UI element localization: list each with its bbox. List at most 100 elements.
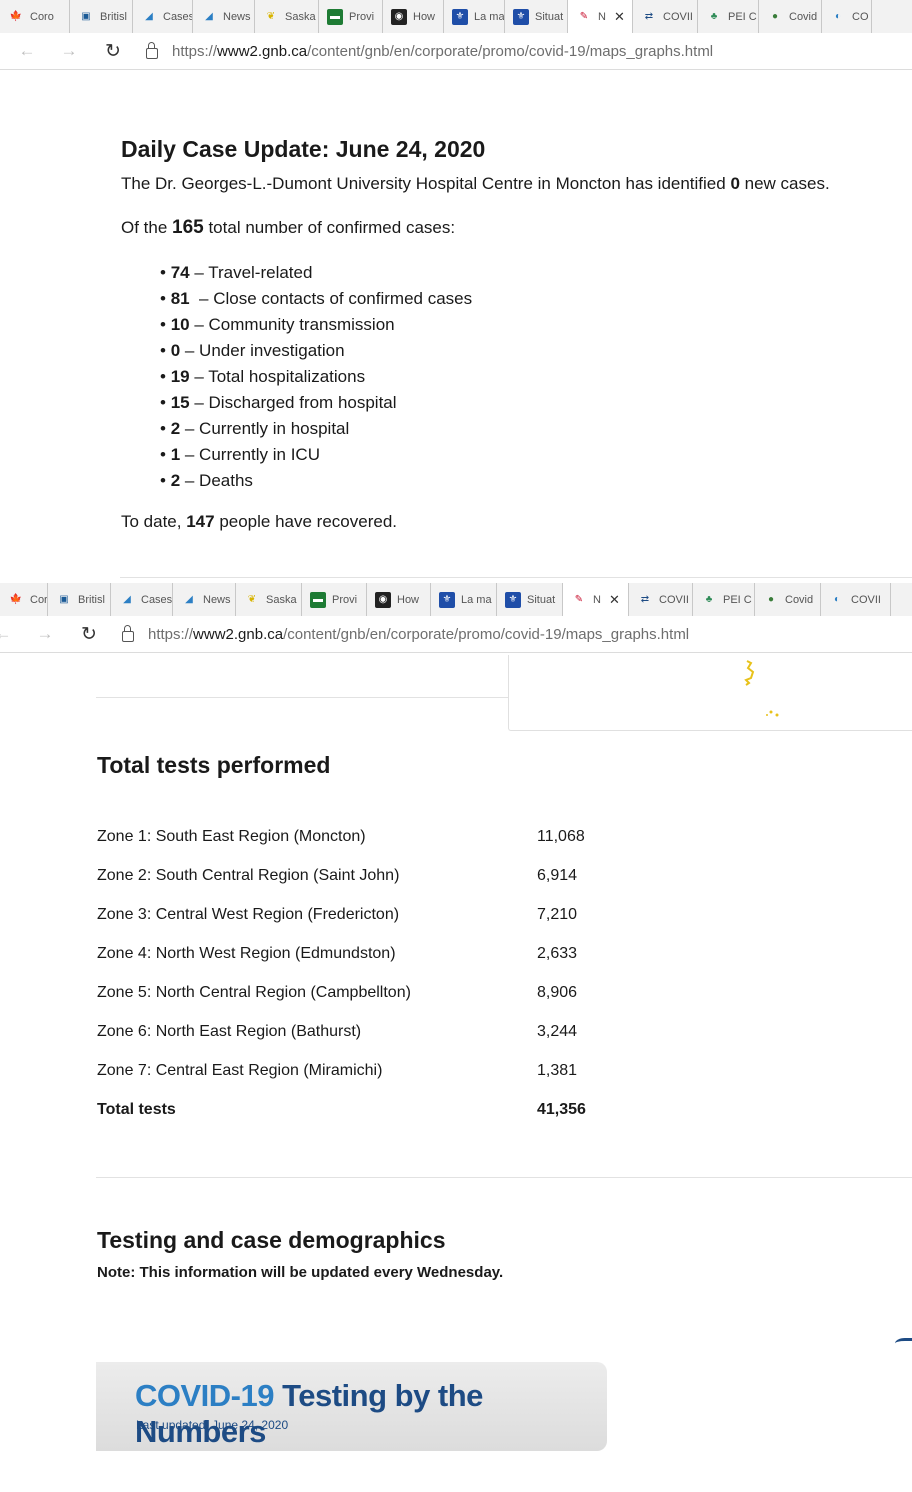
- tests-title: Total tests performed: [97, 752, 331, 778]
- browser-tab[interactable]: ◢ News: [193, 0, 255, 33]
- browser-tab[interactable]: ▣ Britisl: [70, 0, 133, 33]
- browser-tab[interactable]: ◢ News: [173, 583, 236, 616]
- sask-icon: ❦: [266, 11, 276, 22]
- tests-total-row: Total tests 41,356: [97, 1101, 697, 1123]
- decorative-swoosh: [895, 1338, 912, 1349]
- divider: [120, 577, 912, 578]
- lock-icon: [122, 624, 134, 642]
- reload-icon[interactable]: ↻: [102, 40, 124, 62]
- zone-name: Zone 5: North Central Region (Campbellto…: [97, 984, 411, 1001]
- case-category: – Currently in ICU: [180, 445, 320, 464]
- divider: [96, 697, 508, 698]
- browser-tab[interactable]: ▣ Britisl: [48, 583, 111, 616]
- globe-icon: ●: [767, 594, 775, 605]
- demographics-title: Testing and case demographics: [97, 1227, 446, 1253]
- bc-gov-icon: ▣: [59, 594, 69, 605]
- newfoundland-icon: ⇄: [644, 11, 654, 22]
- browser-tab[interactable]: ● Covid: [755, 583, 821, 616]
- url-field[interactable]: https://www2.gnb.ca/content/gnb/en/corpo…: [122, 620, 912, 648]
- zone-name: Zone 1: South East Region (Moncton): [97, 828, 366, 845]
- tab-label: N: [598, 10, 606, 23]
- map-panel: [508, 655, 912, 731]
- tab-label: Britisl: [100, 10, 127, 23]
- sask-icon: ❦: [247, 594, 257, 605]
- case-count: 19: [170, 367, 190, 386]
- testing-numbers-banner: COVID-19 Testing by the Numbers Last upd…: [96, 1362, 607, 1451]
- browser-tab[interactable]: ▬ Provi: [302, 583, 367, 616]
- case-count: 15: [170, 393, 190, 412]
- browser-tab[interactable]: ⚜ La ma: [444, 0, 505, 33]
- browser-tab[interactable]: ⚜ La ma: [431, 583, 497, 616]
- browser-tab[interactable]: ● Covid: [759, 0, 822, 33]
- case-category: – Community transmission: [189, 315, 395, 334]
- back-icon[interactable]: ←: [0, 623, 14, 645]
- case-category: – Close contacts of confirmed cases: [189, 289, 473, 308]
- forward-icon[interactable]: →: [58, 40, 80, 62]
- tests-row: Zone 3: Central West Region (Fredericton…: [97, 906, 697, 928]
- recovered-text: To date, 147 people have recovered.: [121, 512, 397, 531]
- browser-tab[interactable]: ◐ COVII: [821, 583, 891, 616]
- tab-label: How: [413, 10, 436, 23]
- tab-label: COVII: [663, 10, 693, 23]
- browser-tab[interactable]: ⚜ Situat: [505, 0, 568, 33]
- tab-label: Coro: [30, 10, 54, 23]
- url-field[interactable]: https://www2.gnb.ca/content/gnb/en/corpo…: [146, 37, 912, 65]
- bc-gov-icon: ▣: [81, 11, 91, 22]
- tab-label: News: [223, 10, 251, 23]
- browser-tab[interactable]: ⇄ COVII: [629, 583, 693, 616]
- close-icon[interactable]: ✕: [609, 592, 620, 608]
- browser-tab[interactable]: ⇄ COVII: [633, 0, 698, 33]
- tab-label: Saska: [266, 593, 297, 606]
- prov-icon: ▬: [310, 591, 326, 608]
- zone-tests-value: 1,381: [537, 1062, 578, 1079]
- tests-row: Zone 2: South Central Region (Saint John…: [97, 867, 697, 889]
- browser-tab[interactable]: ⚜ Situat: [497, 583, 563, 616]
- reload-icon[interactable]: ↻: [78, 623, 100, 645]
- browser-tab[interactable]: ◉ How: [383, 0, 444, 33]
- url-text: https://www2.gnb.ca/content/gnb/en/corpo…: [148, 625, 690, 643]
- demographics-note: Note: This information will be updated e…: [97, 1264, 504, 1281]
- globe-icon: ●: [771, 11, 779, 22]
- browser-tab[interactable]: ✎ N ✕: [563, 583, 629, 616]
- nb-icon: ✎: [574, 594, 584, 605]
- forward-icon[interactable]: →: [34, 623, 56, 645]
- shield-icon: ◉: [375, 591, 391, 608]
- browser-tab[interactable]: ◉ How: [367, 583, 431, 616]
- tab-label: COVII: [851, 593, 881, 606]
- case-category: – Under investigation: [180, 341, 345, 360]
- browser-tab[interactable]: ♣ PEI C: [693, 583, 755, 616]
- tab-label: Cases: [141, 593, 173, 606]
- zone-name: Zone 7: Central East Region (Miramichi): [97, 1062, 383, 1079]
- tab-label: Provi: [332, 593, 358, 606]
- browser-tab[interactable]: ♣ PEI C: [698, 0, 759, 33]
- address-bar-top: ← → ↻ https://www2.gnb.ca/content/gnb/en…: [0, 33, 912, 70]
- browser-tab[interactable]: ▬ Provi: [319, 0, 383, 33]
- case-breakdown-item: • 2 – Currently in hospital: [160, 419, 350, 438]
- tests-row: Zone 5: North Central Region (Campbellto…: [97, 984, 697, 1006]
- back-icon[interactable]: ←: [16, 40, 38, 62]
- chart-icon: ◢: [145, 11, 153, 22]
- browser-tab[interactable]: ❦ Saska: [255, 0, 319, 33]
- tab-label: PEI C: [728, 10, 757, 23]
- browser-tab[interactable]: 🍁 Coro: [0, 583, 48, 616]
- case-breakdown-item: • 15 – Discharged from hospital: [160, 393, 397, 412]
- tab-label: Cases: [163, 10, 193, 23]
- browser-tab[interactable]: ✎ N ✕: [568, 0, 633, 33]
- tab-label: CO: [852, 10, 869, 23]
- tab-label: Covid: [789, 10, 818, 23]
- tab-label: News: [203, 593, 231, 606]
- zone-name: Zone 3: Central West Region (Fredericton…: [97, 906, 400, 923]
- tab-label: Saska: [285, 10, 316, 23]
- close-icon[interactable]: ✕: [614, 9, 625, 25]
- quebec-icon: ⚜: [505, 591, 521, 608]
- browser-tab[interactable]: ❦ Saska: [236, 583, 302, 616]
- canada-flag-icon: 🍁: [9, 11, 23, 22]
- case-count: 2: [170, 471, 181, 490]
- browser-tab[interactable]: ◐ CO: [822, 0, 872, 33]
- browser-tab[interactable]: ◢ Cases: [111, 583, 173, 616]
- browser-tab[interactable]: 🍁 Coro: [0, 0, 70, 33]
- zone-tests-value: 6,914: [537, 867, 578, 884]
- canada-flag-icon: 🍁: [9, 594, 23, 605]
- tab-label: Coro: [30, 593, 48, 606]
- browser-tab[interactable]: ◢ Cases: [133, 0, 193, 33]
